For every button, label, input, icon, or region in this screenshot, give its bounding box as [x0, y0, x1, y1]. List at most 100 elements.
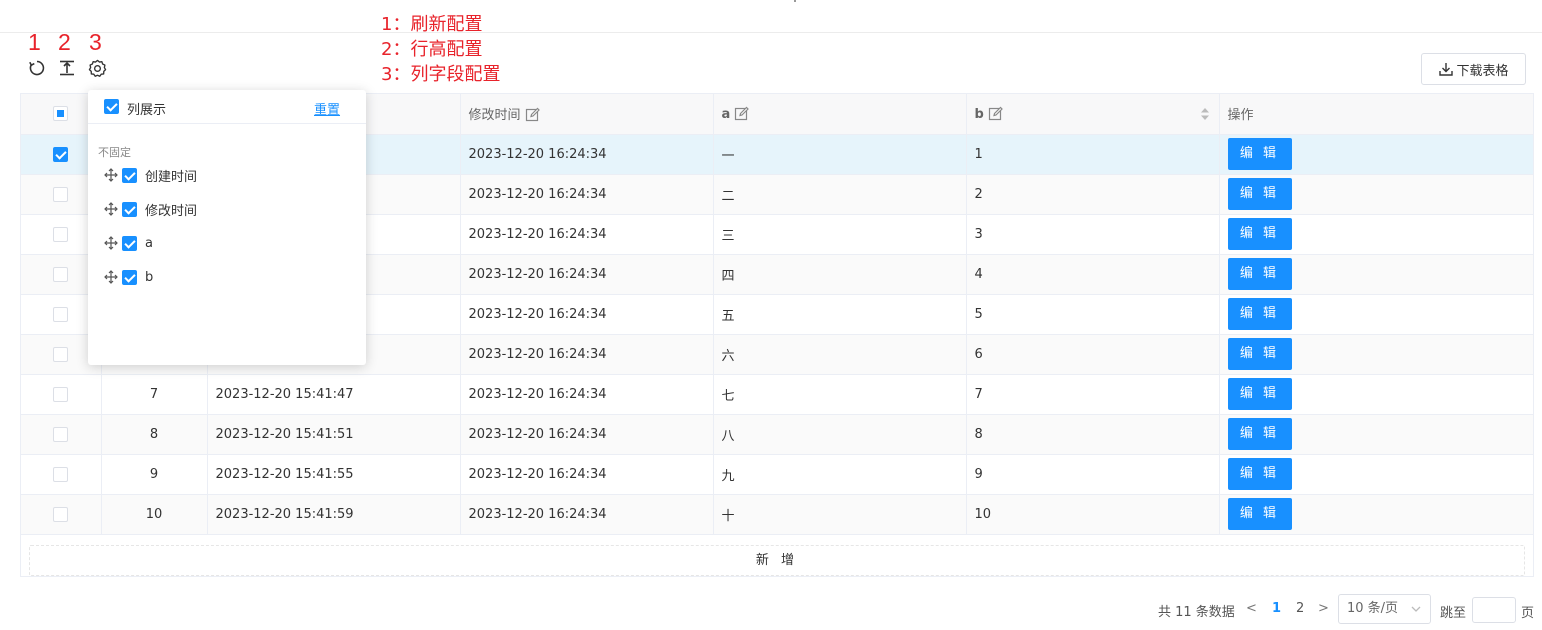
annotation-number-3: 3 [89, 29, 102, 55]
column-toggle-item[interactable]: a [104, 234, 153, 252]
drag-handle-icon[interactable] [104, 168, 118, 182]
row-select-cell[interactable] [21, 374, 102, 415]
pagination-prev-button[interactable]: < [1246, 601, 1257, 616]
column-toggle-item[interactable]: 创建时间 [104, 166, 198, 185]
edit-button[interactable]: 编 辑 [1227, 458, 1292, 490]
row-checkbox[interactable] [53, 226, 69, 242]
header-modified-label: 修改时间 [468, 108, 521, 124]
row-actions: 编 辑 [1219, 134, 1533, 175]
table-row[interactable]: 8 2023-12-20 15:41:51 2023-12-20 16:24:34 八… [21, 414, 1533, 455]
edit-button[interactable]: 编 辑 [1227, 498, 1292, 530]
column-checkbox[interactable] [122, 269, 137, 285]
pagination-page-2[interactable]: 2 [1296, 601, 1304, 616]
row-modified-time: 2023-12-20 16:24:34 [460, 334, 714, 375]
edit-button[interactable]: 编 辑 [1227, 378, 1292, 410]
row-actions: 编 辑 [1219, 454, 1533, 495]
row-actions: 编 辑 [1219, 174, 1533, 215]
row-a-value: 一 [713, 134, 967, 175]
row-created-time: 2023-12-20 15:41:47 [207, 374, 461, 415]
row-select-cell[interactable] [21, 414, 102, 455]
edit-button[interactable]: 编 辑 [1227, 338, 1292, 370]
row-b-value: 10 [966, 494, 1220, 535]
row-modified-time: 2023-12-20 16:24:34 [460, 494, 714, 535]
annotation-legend-item: 3：列字段配置 [381, 64, 501, 85]
header-a-label: a [721, 106, 731, 122]
annotation-number-1: 1 [28, 29, 41, 55]
pagination-jump-input[interactable] [1472, 597, 1516, 623]
edit-button[interactable]: 编 辑 [1227, 138, 1292, 170]
header-actions-label: 操作 [1227, 108, 1254, 124]
header-a[interactable]: a [713, 94, 967, 135]
edit-button[interactable]: 编 辑 [1227, 178, 1292, 210]
edit-icon[interactable] [734, 106, 750, 121]
column-toggle-item[interactable]: b [104, 268, 153, 286]
drag-handle-icon[interactable] [104, 236, 118, 250]
download-label: 下载表格 [1456, 63, 1509, 79]
row-b-value: 9 [966, 454, 1220, 495]
row-a-value: 九 [713, 454, 967, 495]
sort-icon[interactable] [1200, 108, 1209, 120]
row-checkbox[interactable] [53, 146, 69, 162]
edit-button[interactable]: 编 辑 [1227, 298, 1292, 330]
refresh-icon[interactable] [27, 58, 47, 78]
row-checkbox[interactable] [53, 346, 69, 362]
reset-link[interactable]: 重置 [314, 99, 340, 118]
column-toggle-item[interactable]: 修改时间 [104, 200, 198, 219]
row-modified-time: 2023-12-20 16:24:34 [460, 454, 714, 495]
row-b-value: 8 [966, 414, 1220, 455]
edit-button[interactable]: 编 辑 [1227, 418, 1292, 450]
column-toggle-label: b [145, 269, 154, 285]
drag-handle-icon[interactable] [104, 202, 118, 216]
select-all-checkbox[interactable] [53, 106, 69, 122]
row-checkbox[interactable] [53, 386, 69, 402]
row-checkbox[interactable] [53, 466, 69, 482]
row-checkbox[interactable] [53, 426, 69, 442]
row-actions: 编 辑 [1219, 294, 1533, 335]
row-b-value: 6 [966, 334, 1220, 375]
annotation-legend-item: 2：行高配置 [381, 39, 483, 60]
pagination-page-1[interactable]: 1 [1272, 601, 1281, 616]
pagination-jump-label: 跳至 [1440, 606, 1467, 621]
settings-icon[interactable] [87, 58, 107, 78]
edit-button[interactable]: 编 辑 [1227, 218, 1292, 250]
header-modified[interactable]: 修改时间 [460, 94, 714, 135]
edit-icon[interactable] [525, 107, 540, 122]
chevron-down-icon [1411, 606, 1421, 612]
row-actions: 编 辑 [1219, 334, 1533, 375]
table-row[interactable]: 7 2023-12-20 15:41:47 2023-12-20 16:24:34 七… [21, 374, 1533, 415]
pagination-next-button[interactable]: > [1318, 601, 1329, 616]
row-checkbox[interactable] [53, 186, 69, 202]
column-toggle-label: 修改时间 [145, 203, 198, 219]
row-height-icon[interactable] [57, 58, 77, 78]
row-checkbox[interactable] [53, 306, 69, 322]
column-checkbox[interactable] [122, 167, 137, 183]
row-checkbox[interactable] [53, 266, 69, 282]
add-row-button[interactable]: 新 增 [29, 545, 1525, 576]
annotation-number-2: 2 [58, 29, 71, 55]
row-select-cell[interactable] [21, 454, 102, 495]
row-a-value: 四 [713, 254, 967, 295]
show-all-columns-checkbox[interactable] [104, 99, 119, 114]
drag-handle-icon[interactable] [104, 270, 118, 284]
popover-header: 列展示 重置 [88, 90, 366, 124]
header-b[interactable]: b [966, 94, 1220, 135]
page-size-select[interactable]: 10 条/页 [1338, 594, 1431, 624]
table-row[interactable]: 9 2023-12-20 15:41:55 2023-12-20 16:24:34 九… [21, 454, 1533, 495]
column-checkbox[interactable] [122, 235, 137, 251]
row-a-value: 七 [713, 374, 967, 415]
row-a-value: 八 [713, 414, 967, 455]
row-b-value: 1 [966, 134, 1220, 175]
row-a-value: 五 [713, 294, 967, 335]
row-index: 8 [101, 414, 208, 455]
row-checkbox[interactable] [53, 506, 69, 522]
row-a-value: 六 [713, 334, 967, 375]
column-checkbox[interactable] [122, 201, 137, 217]
row-modified-time: 2023-12-20 16:24:34 [460, 294, 714, 335]
edit-icon[interactable] [988, 106, 1003, 121]
row-select-cell[interactable] [21, 494, 102, 535]
edit-button[interactable]: 编 辑 [1227, 258, 1292, 290]
table-row[interactable]: 10 2023-12-20 15:41:59 2023-12-20 16:24:34… [21, 494, 1533, 535]
popover-title: 列展示 [127, 103, 167, 118]
column-toggle-label: 创建时间 [145, 169, 198, 185]
download-table-button[interactable]: 下载表格 [1421, 53, 1526, 85]
